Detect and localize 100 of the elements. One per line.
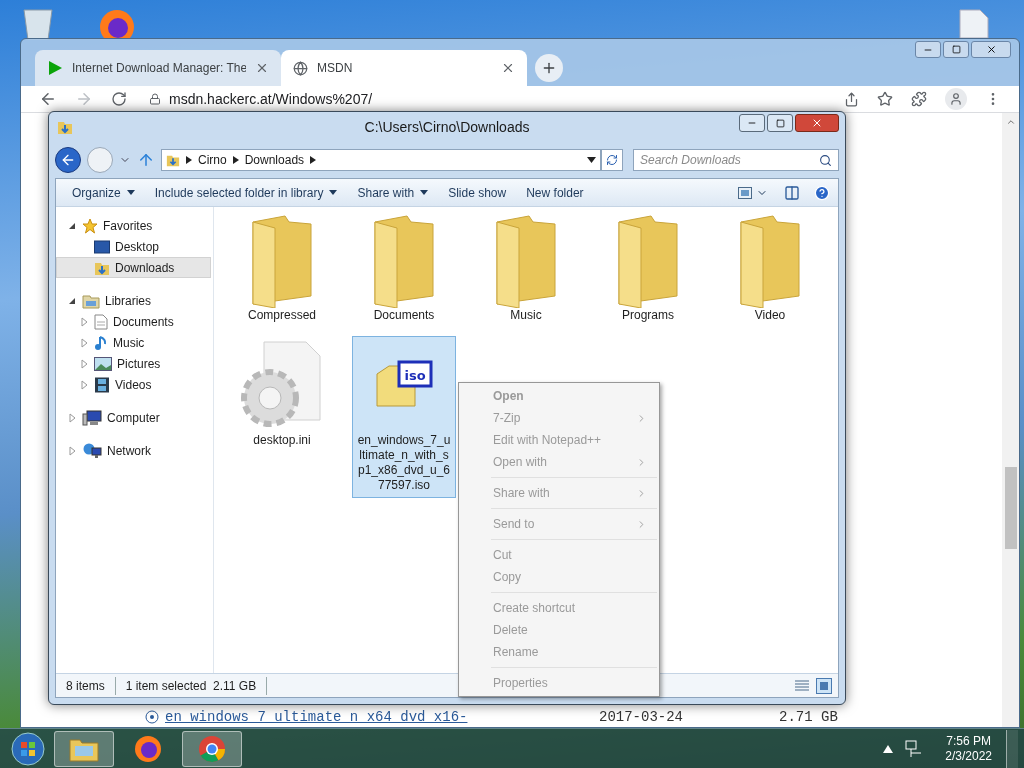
picture-icon — [94, 356, 112, 371]
close-icon — [811, 117, 823, 129]
bookmark-star-icon[interactable] — [877, 91, 893, 107]
plus-icon — [541, 60, 557, 76]
close-button[interactable] — [795, 114, 839, 132]
file-item[interactable]: Video — [718, 211, 822, 328]
breadcrumb-arrow-icon[interactable] — [310, 156, 317, 164]
refresh-button[interactable] — [601, 149, 623, 171]
breadcrumb-arrow-icon[interactable] — [186, 156, 192, 164]
nav-item[interactable]: Documents — [56, 311, 211, 332]
scroll-up-icon[interactable] — [1005, 117, 1016, 127]
dropdown-caret-icon[interactable] — [329, 190, 338, 195]
show-hidden-icons-icon[interactable] — [883, 744, 894, 753]
back-arrow-icon — [60, 152, 76, 168]
file-item[interactable]: Music — [474, 211, 578, 328]
taskbar-app-button[interactable] — [182, 730, 242, 767]
preview-pane-icon[interactable] — [784, 184, 800, 201]
close-tab-icon[interactable] — [501, 61, 515, 75]
toolbar-button[interactable]: Share with — [357, 183, 415, 202]
help-icon[interactable] — [814, 184, 830, 201]
document-icon — [94, 313, 108, 330]
search-icon — [819, 153, 832, 167]
maximize-icon — [951, 45, 961, 54]
nav-item[interactable]: Libraries — [56, 290, 211, 311]
firefox-icon — [134, 734, 162, 763]
toolbar-button[interactable]: Slide show — [448, 183, 507, 202]
film-icon — [94, 376, 110, 393]
scroll-thumb[interactable] — [1004, 467, 1017, 549]
window-title: C:\Users\Cirno\Downloads — [364, 117, 530, 137]
toolbar-button[interactable]: New folder — [526, 183, 584, 202]
profile-avatar[interactable] — [945, 88, 967, 110]
file-item[interactable]: Compressed — [230, 211, 334, 328]
breadcrumb-item[interactable]: Cirno — [198, 151, 227, 169]
disc-icon — [145, 710, 159, 724]
desktop-icon — [94, 239, 110, 254]
play-icon — [47, 60, 63, 76]
nav-item[interactable]: Desktop — [56, 236, 211, 257]
dropdown-caret-icon[interactable] — [587, 157, 596, 163]
close-tab-icon[interactable] — [255, 61, 269, 75]
taskbar-app-button[interactable] — [54, 730, 114, 767]
maximize-icon — [775, 118, 785, 128]
nav-item[interactable]: Downloads — [56, 257, 211, 278]
nav-item[interactable]: Videos — [56, 374, 211, 395]
breadcrumb-arrow-icon[interactable] — [232, 156, 239, 164]
collapsed-arrow-icon[interactable] — [79, 316, 89, 327]
network-icon — [82, 442, 102, 459]
search-field[interactable]: Search Downloads — [633, 149, 839, 171]
nav-item[interactable]: Pictures — [56, 353, 211, 374]
file-size: 2.71 GB — [779, 708, 839, 726]
minimize-button[interactable] — [739, 114, 765, 132]
recycle-bin-icon[interactable] — [20, 6, 56, 40]
back-button[interactable] — [55, 147, 81, 173]
browser-tab[interactable]: MSDN — [281, 50, 527, 86]
toolbar-button[interactable]: Organize — [72, 183, 121, 202]
download-folder-icon — [166, 153, 180, 167]
large-icons-view-icon[interactable] — [816, 677, 832, 694]
close-icon — [985, 44, 997, 55]
dropdown-caret-icon[interactable] — [126, 190, 135, 195]
lock-icon — [149, 93, 161, 105]
collapsed-arrow-icon[interactable] — [79, 337, 89, 348]
close-button[interactable] — [971, 41, 1011, 58]
nav-item[interactable]: Music — [56, 332, 211, 353]
file-date: 2017-03-24 — [599, 709, 683, 725]
file-link[interactable]: en_windows_7_ultimate_n_x64_dvd_x16- — [165, 709, 468, 725]
nav-item[interactable]: Network — [56, 440, 211, 461]
collapsed-arrow-icon[interactable] — [79, 358, 89, 369]
nav-item[interactable]: Favorites — [56, 215, 211, 236]
network-icon[interactable] — [905, 739, 924, 758]
browser-tab[interactable]: Internet Download Manager: The — [35, 50, 281, 86]
view-options-icon[interactable] — [738, 186, 752, 199]
file-item[interactable]: Programs — [596, 211, 700, 328]
file-item[interactable]: Documents — [352, 211, 456, 328]
scrollbar[interactable] — [1002, 113, 1019, 727]
music-note-icon — [94, 334, 108, 351]
toolbar-button[interactable]: Include selected folder in library — [154, 183, 324, 202]
extensions-icon[interactable] — [911, 91, 927, 107]
clock[interactable]: 7:56 PM 2/3/2022 — [935, 733, 1002, 764]
windows-logo-icon — [11, 731, 45, 766]
globe-icon — [293, 60, 308, 76]
new-tab-button[interactable] — [535, 54, 563, 82]
chrome-icon — [198, 734, 226, 763]
collapsed-arrow-icon[interactable] — [67, 412, 77, 423]
minimize-button[interactable] — [915, 41, 941, 58]
computer-icon — [82, 409, 102, 426]
show-desktop-button[interactable] — [1006, 729, 1018, 768]
settings-file-icon — [240, 340, 324, 430]
collapsed-arrow-icon[interactable] — [67, 445, 77, 456]
file-item[interactable]: desktop.ini — [230, 336, 334, 498]
address-bar[interactable]: Cirno Downloads — [161, 149, 601, 171]
back-icon[interactable] — [39, 90, 57, 108]
maximize-button[interactable] — [767, 114, 793, 132]
nav-item[interactable]: Computer — [56, 407, 211, 428]
share-icon[interactable] — [844, 91, 859, 107]
dropdown-caret-icon[interactable] — [420, 190, 429, 195]
download-folder-icon — [57, 119, 73, 135]
file-item[interactable]: iso en_windows_7_ultimate_n_with_sp1_x86_dvd_u_677597.iso — [352, 336, 456, 498]
breadcrumb-item[interactable]: Downloads — [244, 151, 305, 169]
maximize-button[interactable] — [943, 41, 969, 58]
reload-icon[interactable] — [111, 91, 127, 107]
collapsed-arrow-icon[interactable] — [79, 379, 89, 390]
